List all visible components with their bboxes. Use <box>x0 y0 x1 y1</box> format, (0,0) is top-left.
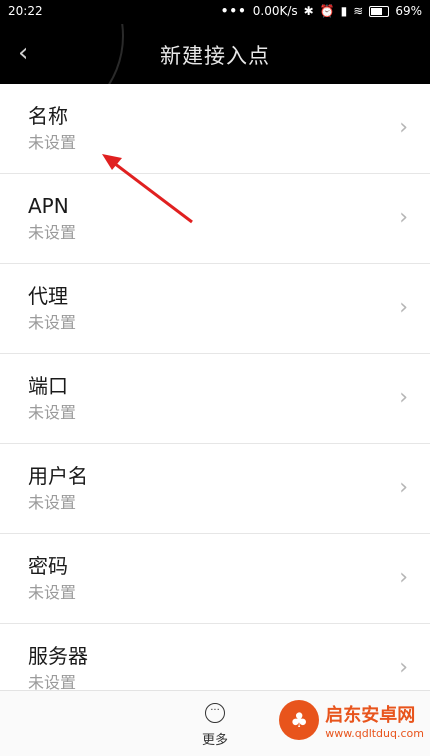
bluetooth-icon: ✱ <box>303 4 314 18</box>
network-speed: 0.00K/s <box>252 4 298 18</box>
app-header: ‹ 新建接入点 <box>0 24 430 84</box>
setting-label: 密码 <box>28 554 68 578</box>
wifi-icon: ≋ <box>353 4 364 18</box>
more-icon: ··· <box>205 703 225 723</box>
setting-label: APN <box>28 194 69 218</box>
setting-value: 未设置 <box>28 583 77 602</box>
setting-value: 未设置 <box>28 493 77 512</box>
more-button[interactable]: ··· 更多 <box>190 703 240 748</box>
setting-value: 未设置 <box>28 313 77 332</box>
status-bar: 20:22 ••• 0.00K/s ✱ ⏰ ▮ ≋ 69% <box>0 0 430 24</box>
chevron-right-icon: › <box>399 655 408 680</box>
notification-dots-icon: ••• <box>220 4 247 18</box>
setting-row-port[interactable]: 端口 未设置 › <box>0 354 430 444</box>
status-icons: ••• 0.00K/s ✱ ⏰ ▮ ≋ 69% <box>221 4 422 18</box>
status-time: 20:22 <box>8 4 43 18</box>
setting-label: 代理 <box>28 284 68 308</box>
setting-value: 未设置 <box>28 223 77 242</box>
watermark-logo-icon: ♣ <box>279 700 320 740</box>
setting-value: 未设置 <box>28 133 77 152</box>
chevron-right-icon: › <box>399 565 408 590</box>
setting-row-apn[interactable]: APN 未设置 › <box>0 174 430 264</box>
chevron-right-icon: › <box>399 475 408 500</box>
chevron-right-icon: › <box>399 295 408 320</box>
chevron-right-icon: › <box>399 205 408 230</box>
setting-row-username[interactable]: 用户名 未设置 › <box>0 444 430 534</box>
setting-label: 名称 <box>28 104 68 128</box>
watermark-name: 启东安卓网 <box>325 704 416 726</box>
setting-value: 未设置 <box>28 403 77 422</box>
more-label: 更多 <box>201 733 228 748</box>
page-title: 新建接入点 <box>160 44 270 68</box>
apn-settings-list: 名称 未设置 › APN 未设置 › 代理 未设置 › 端口 未设置 › 用户名… <box>0 84 430 714</box>
chevron-right-icon: › <box>399 385 408 410</box>
setting-label: 端口 <box>28 374 68 398</box>
watermark-url: www.qdltduq.com <box>325 726 424 740</box>
setting-row-name[interactable]: 名称 未设置 › <box>0 84 430 174</box>
chevron-right-icon: › <box>399 115 408 140</box>
battery-icon <box>369 5 390 17</box>
alarm-icon: ⏰ <box>319 4 335 18</box>
battery-percent: 69% <box>395 4 422 18</box>
setting-label: 服务器 <box>28 644 88 668</box>
setting-row-password[interactable]: 密码 未设置 › <box>0 534 430 624</box>
setting-row-proxy[interactable]: 代理 未设置 › <box>0 264 430 354</box>
signal-icon: ▮ <box>340 4 348 18</box>
watermark: ♣ 启东安卓网 www.qdltduq.com <box>279 700 424 740</box>
setting-label: 用户名 <box>28 464 88 488</box>
